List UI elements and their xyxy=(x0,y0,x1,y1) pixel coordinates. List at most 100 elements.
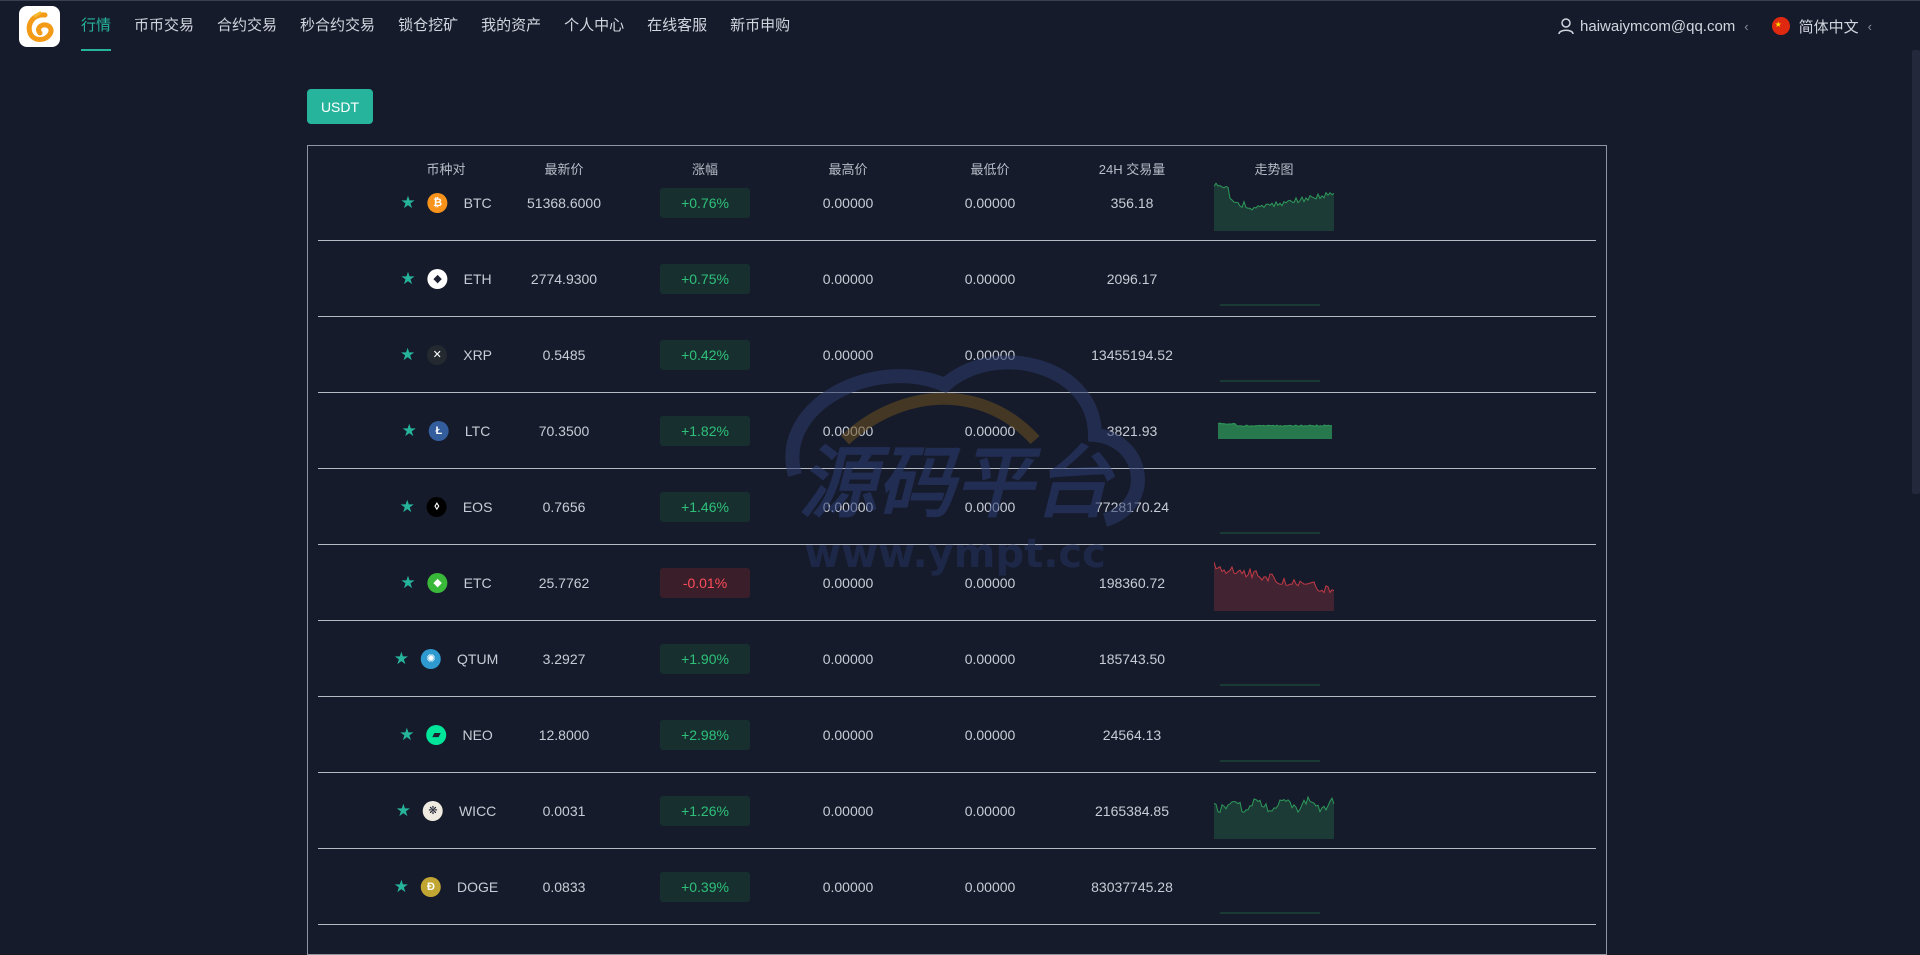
last-price: 0.5485 xyxy=(542,346,586,363)
trend-sparkline xyxy=(1214,327,1334,388)
user-email: haiwaiymcom@qq.com xyxy=(1580,17,1736,35)
last-price: 0.0833 xyxy=(542,878,586,895)
table-row[interactable]: ★ Ð DOGE 0.0833 +0.39% 0.00000 0.00000 83037745… xyxy=(318,849,1596,925)
pair-cell: ★ ▰ NEO xyxy=(399,724,493,745)
eos-icon: ⬨ xyxy=(426,496,447,517)
high-price: 0.00000 xyxy=(822,802,874,819)
last-price: 0.7656 xyxy=(542,498,586,515)
change-badge: +1.90% xyxy=(660,643,750,674)
litecoin-icon: Ł xyxy=(428,420,449,441)
language-label: 简体中文 xyxy=(1798,18,1859,36)
table-row[interactable]: ★ ✺ QTUM 3.2927 +1.90% 0.00000 0.00000 185743.5… xyxy=(318,621,1596,697)
last-price: 2774.9300 xyxy=(530,270,598,287)
nav-item-2[interactable]: 合约交易 xyxy=(217,1,277,51)
table-row[interactable]: ★ ✕ XRP 0.5485 +0.42% 0.00000 0.00000 13455194.… xyxy=(318,317,1596,393)
last-price: 3.2927 xyxy=(542,650,586,667)
low-price: 0.00000 xyxy=(964,498,1016,515)
low-price: 0.00000 xyxy=(964,574,1016,591)
nav-item-4[interactable]: 锁仓挖矿 xyxy=(398,1,458,51)
low-price: 0.00000 xyxy=(964,194,1016,211)
table-row[interactable]: ★ ▰ NEO 12.8000 +2.98% 0.00000 0.00000 24564.13 xyxy=(318,697,1596,773)
last-price: 0.0031 xyxy=(542,802,586,819)
low-price: 0.00000 xyxy=(964,346,1016,363)
favorite-star-icon[interactable]: ★ xyxy=(400,269,415,289)
market-tab-usdt[interactable]: USDT xyxy=(307,89,373,124)
high-price: 0.00000 xyxy=(822,574,874,591)
low-price: 0.00000 xyxy=(964,270,1016,287)
nav-item-7[interactable]: 在线客服 xyxy=(647,1,707,51)
table-row[interactable]: ★ ◆ ETC 25.7762 -0.01% 0.00000 0.00000 198360.7… xyxy=(318,545,1596,621)
top-navbar: 行情 币币交易 合约交易 秒合约交易 锁仓挖矿 我的资产 个人中心 在线客服 新币申购 haiw… xyxy=(0,0,1920,51)
table-row[interactable]: ★ Ł LTC 70.3500 +1.82% 0.00000 0.00000 3821.93 xyxy=(318,393,1596,469)
pair-cell: ★ ◆ ETH xyxy=(400,268,492,289)
favorite-star-icon[interactable]: ★ xyxy=(396,801,411,821)
favorite-star-icon[interactable]: ★ xyxy=(399,725,414,745)
trend-sparkline xyxy=(1214,479,1334,540)
pair-cell: ★ Ł LTC xyxy=(402,420,491,441)
nav-item-8[interactable]: 新币申购 xyxy=(730,1,790,51)
last-price: 51368.6000 xyxy=(527,194,601,211)
high-price: 0.00000 xyxy=(822,650,874,667)
qtum-icon: ✺ xyxy=(421,648,442,669)
high-price: 0.00000 xyxy=(822,194,874,211)
language-selector[interactable]: ★ 简体中文 ‹ xyxy=(1771,16,1872,37)
favorite-star-icon[interactable]: ★ xyxy=(402,421,417,441)
etc-icon: ◆ xyxy=(427,572,448,593)
volume-24h: 185743.50 xyxy=(1098,650,1166,667)
volume-24h: 2096.17 xyxy=(1106,270,1158,287)
favorite-star-icon[interactable]: ★ xyxy=(394,877,409,897)
high-price: 0.00000 xyxy=(822,422,874,439)
coin-symbol: LTC xyxy=(464,422,491,439)
low-price: 0.00000 xyxy=(964,650,1016,667)
volume-24h: 7728170.24 xyxy=(1095,498,1169,515)
last-price: 70.3500 xyxy=(538,422,590,439)
pair-cell: ★ ❋ WICC xyxy=(396,800,497,821)
change-badge: +0.42% xyxy=(660,339,750,370)
trend-sparkline xyxy=(1213,783,1335,844)
favorite-star-icon[interactable]: ★ xyxy=(400,345,415,365)
volume-24h: 83037745.28 xyxy=(1091,878,1173,895)
pair-cell: ★ Ð DOGE xyxy=(394,876,499,897)
favorite-star-icon[interactable]: ★ xyxy=(400,573,415,593)
change-badge: +0.76% xyxy=(660,187,750,218)
ethereum-icon: ◆ xyxy=(427,268,448,289)
user-area: haiwaiymcom@qq.com ‹ ★ 简体中文 ‹ xyxy=(1558,1,1872,51)
dogecoin-icon: Ð xyxy=(421,876,442,897)
favorite-star-icon[interactable]: ★ xyxy=(400,193,415,213)
table-row[interactable]: ★ ⬨ EOS 0.7656 +1.46% 0.00000 0.00000 7728170.2… xyxy=(318,469,1596,545)
change-badge: +1.26% xyxy=(660,795,750,826)
volume-24h: 356.18 xyxy=(1110,194,1154,211)
coin-symbol: EOS xyxy=(462,498,493,515)
favorite-star-icon[interactable]: ★ xyxy=(394,649,409,669)
nav-item-6[interactable]: 个人中心 xyxy=(564,1,624,51)
volume-24h: 13455194.52 xyxy=(1091,346,1173,363)
trend-sparkline xyxy=(1214,403,1334,464)
table-row[interactable]: ★ ◆ ETH 2774.9300 +0.75% 0.00000 0.00000 2096.1… xyxy=(318,241,1596,317)
market-table: 币种对 最新价 涨幅 最高价 最低价 24H 交易量 走势图 ★ ₿ BTC 51368.6000… xyxy=(307,145,1607,955)
low-price: 0.00000 xyxy=(964,802,1016,819)
logo[interactable] xyxy=(19,6,60,47)
coin-symbol: DOGE xyxy=(457,878,499,895)
nav-item-5[interactable]: 我的资产 xyxy=(481,1,541,51)
nav-item-3[interactable]: 秒合约交易 xyxy=(300,1,375,51)
volume-24h: 3821.93 xyxy=(1106,422,1158,439)
favorite-star-icon[interactable]: ★ xyxy=(400,497,415,517)
pair-cell: ★ ◆ ETC xyxy=(400,572,492,593)
user-menu[interactable]: haiwaiymcom@qq.com ‹ xyxy=(1558,18,1749,35)
high-price: 0.00000 xyxy=(822,878,874,895)
coin-symbol: NEO xyxy=(462,726,493,743)
nav-item-0[interactable]: 行情 xyxy=(81,1,112,51)
volume-24h: 198360.72 xyxy=(1098,574,1166,591)
trend-sparkline xyxy=(1214,251,1334,312)
low-price: 0.00000 xyxy=(964,726,1016,743)
nav-item-1[interactable]: 币币交易 xyxy=(134,1,194,51)
table-row[interactable]: ★ ₿ BTC 51368.6000 +0.76% 0.00000 0.00000 356.1… xyxy=(318,165,1596,241)
table-row[interactable]: ★ ❋ WICC 0.0031 +1.26% 0.00000 0.00000 2165384.… xyxy=(318,773,1596,849)
chevron-left-icon: ‹ xyxy=(1867,18,1872,34)
page-scrollbar[interactable] xyxy=(1912,50,1920,494)
coin-symbol: WICC xyxy=(458,802,497,819)
main-nav: 行情 币币交易 合约交易 秒合约交易 锁仓挖矿 我的资产 个人中心 在线客服 新币申购 xyxy=(81,1,813,51)
change-badge: -0.01% xyxy=(660,567,750,598)
change-badge: +1.46% xyxy=(660,491,750,522)
trend-sparkline xyxy=(1213,175,1335,236)
